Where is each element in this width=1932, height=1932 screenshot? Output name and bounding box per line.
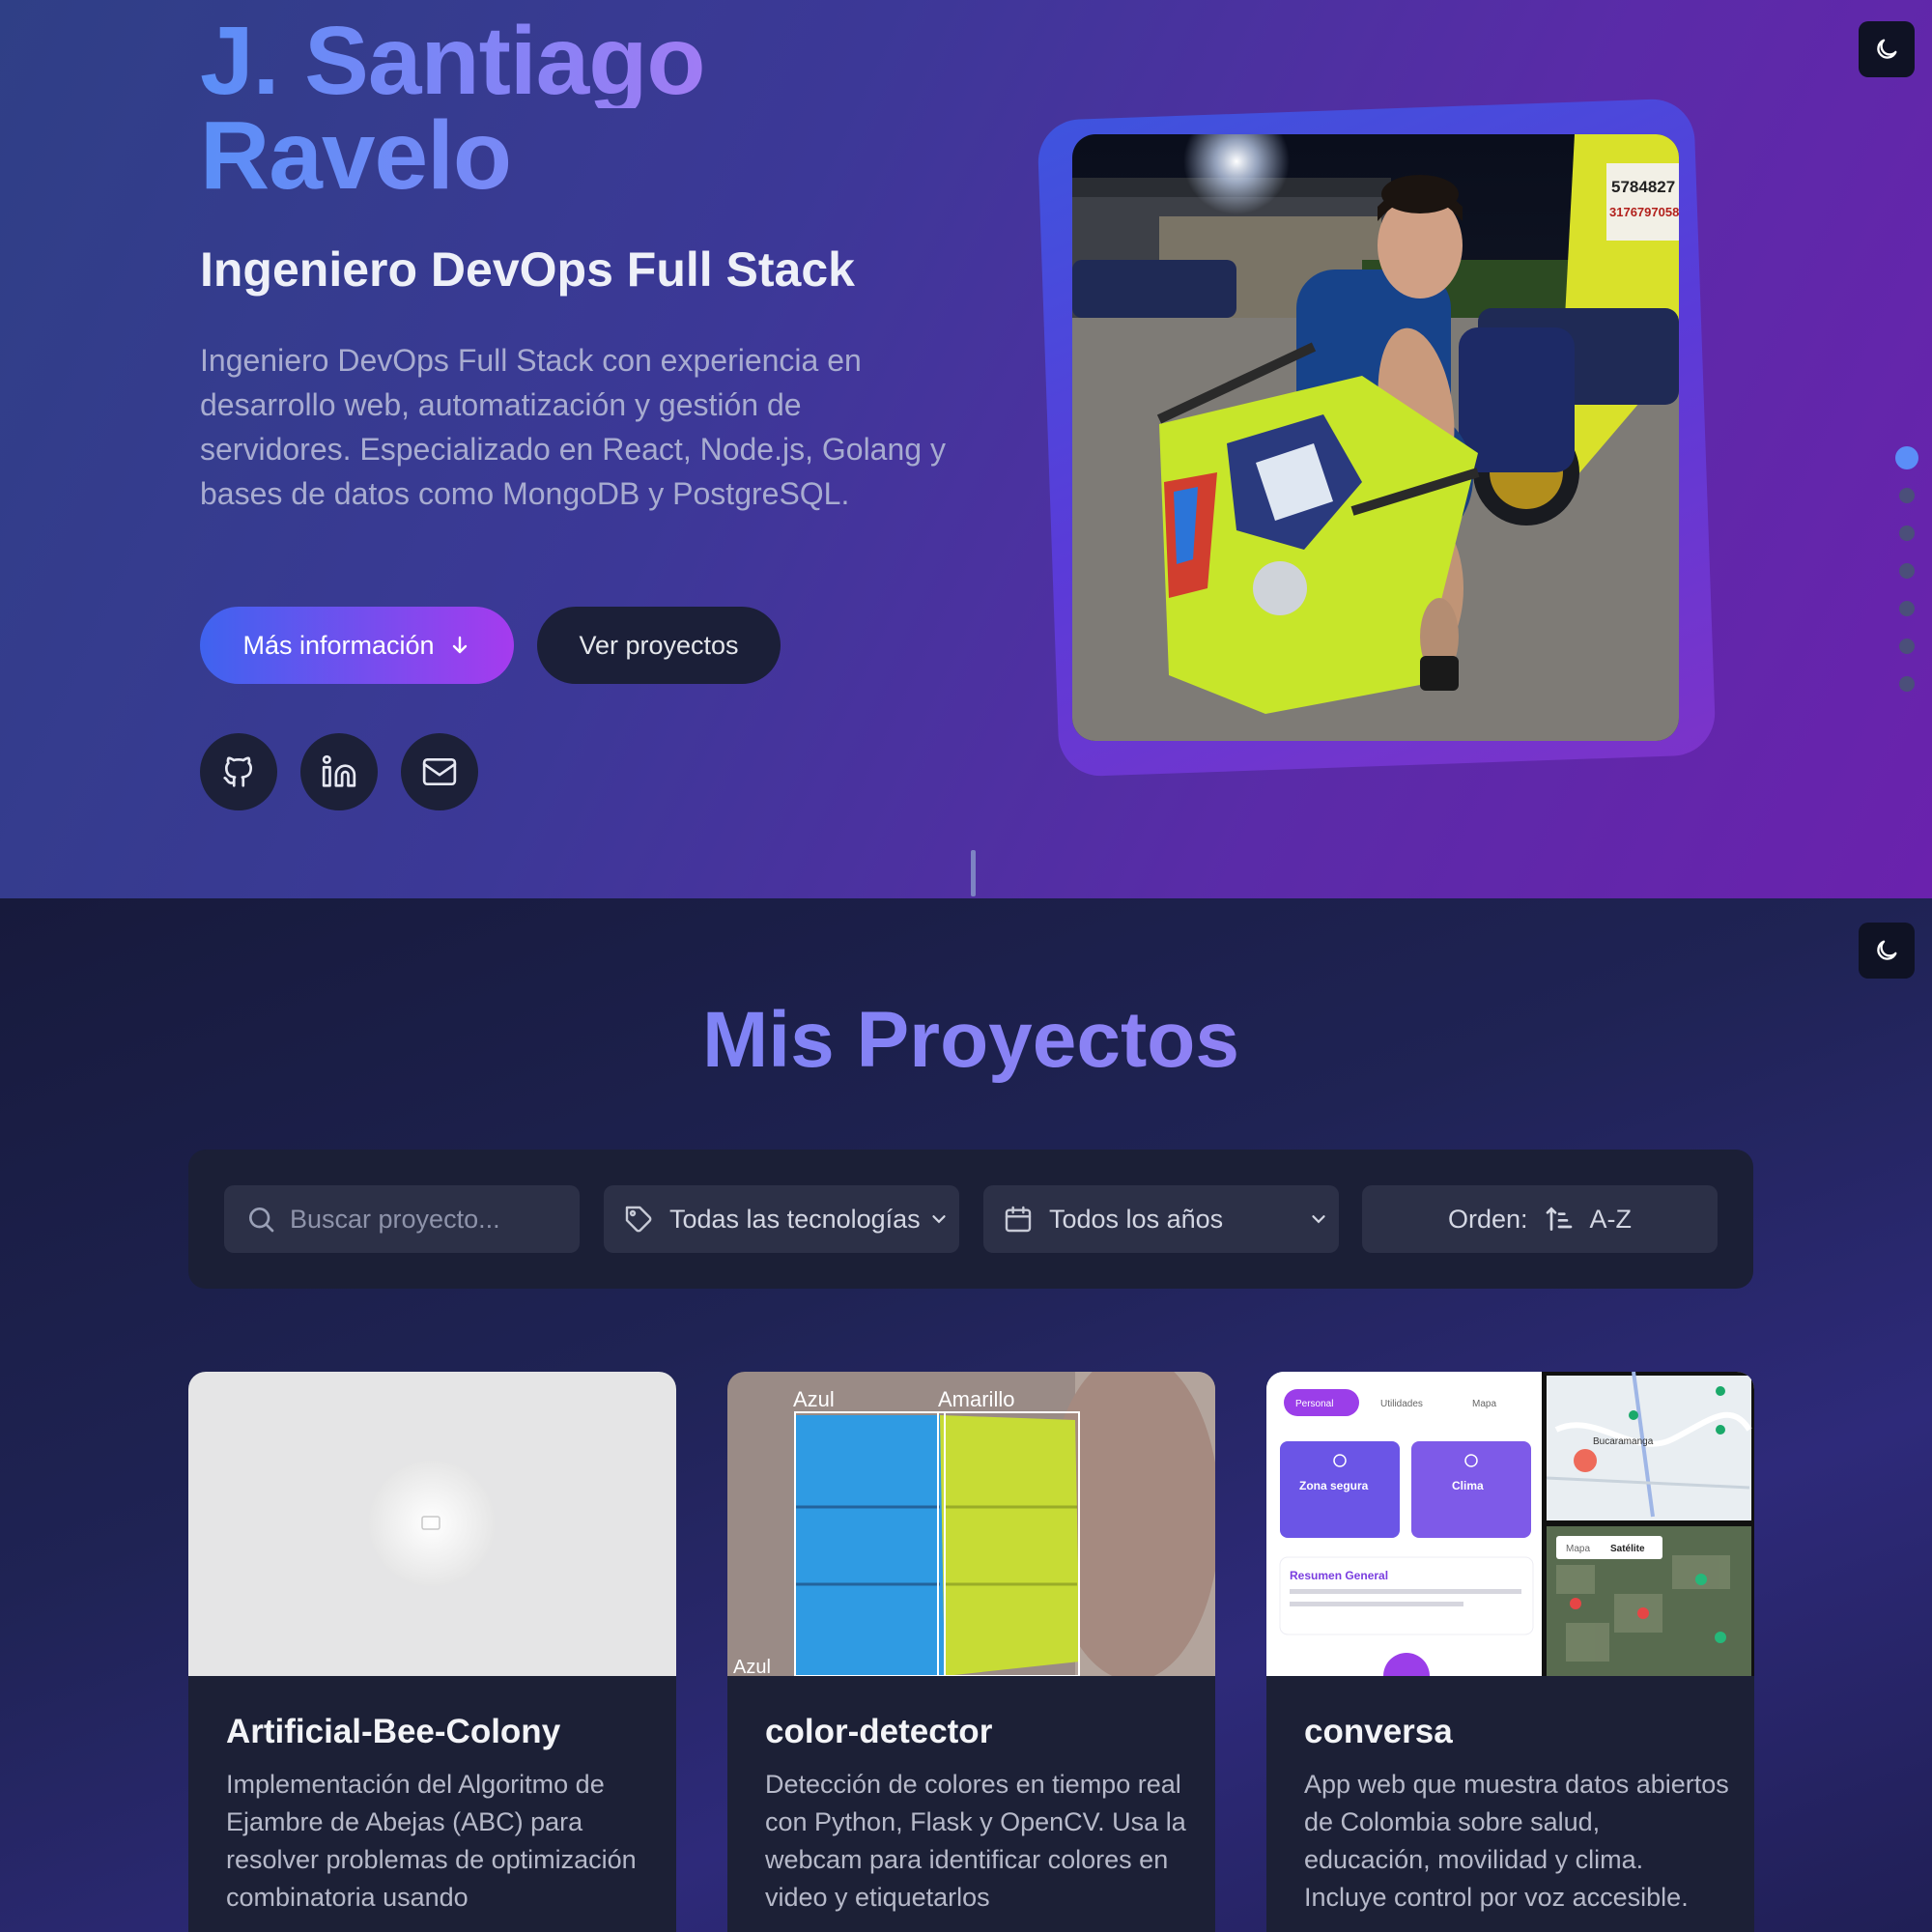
sign-number-1: 5784827 — [1611, 178, 1675, 196]
more-info-label: Más información — [242, 630, 435, 660]
order-value: A-Z — [1589, 1204, 1633, 1234]
tab-label: Mapa — [1472, 1399, 1496, 1409]
arrow-down-icon — [452, 636, 467, 654]
section-dot[interactable] — [1899, 563, 1915, 579]
moon-icon — [1877, 39, 1897, 59]
year-select[interactable]: Todos los años — [983, 1185, 1339, 1253]
github-icon — [223, 756, 253, 787]
github-link[interactable] — [200, 733, 277, 810]
chevron-down-icon — [932, 1215, 946, 1224]
hero-section: J. Santiago Ravelo Ingeniero DevOps Full… — [0, 0, 1932, 898]
year-select-value: Todos los años — [1049, 1204, 1224, 1234]
mail-icon — [422, 757, 457, 786]
linkedin-icon — [322, 754, 356, 787]
conversa-screenshot: Personal Utilidades Mapa Zona segura Cli… — [1266, 1372, 1754, 1676]
calendar-icon — [1005, 1206, 1032, 1233]
map-toggle-label: Mapa — [1566, 1544, 1590, 1554]
map-city-label: Bucaramanga — [1593, 1436, 1654, 1447]
color-detector-screenshot: Azul Amarillo Azul — [727, 1372, 1215, 1676]
search-placeholder: Buscar proyecto... — [290, 1204, 500, 1234]
projects-title: Mis Proyectos — [0, 995, 1932, 1086]
detection-label: Amarillo — [938, 1387, 1014, 1411]
theme-toggle-button[interactable] — [1859, 21, 1915, 77]
placeholder-image — [188, 1372, 676, 1676]
scroll-indicator — [971, 850, 976, 896]
section-dot[interactable] — [1895, 446, 1918, 469]
sign-number-2: 3176797058 — [1609, 205, 1679, 219]
detection-label: Azul — [733, 1657, 771, 1676]
technology-select[interactable]: Todas las tecnologías — [604, 1185, 959, 1253]
project-title: conversa — [1304, 1713, 1453, 1750]
profile-photo-image: 5784827 3176797058 — [1072, 134, 1679, 741]
map-toggle-label: Satélite — [1610, 1544, 1645, 1554]
order-toggle-button[interactable]: Orden: A-Z — [1362, 1185, 1718, 1253]
project-thumbnail — [188, 1372, 676, 1676]
project-card[interactable]: Azul Amarillo Azul color-detector Detecc… — [727, 1372, 1215, 1932]
tab-label: Utilidades — [1380, 1399, 1423, 1409]
search-input[interactable]: Buscar proyecto... — [224, 1185, 580, 1253]
project-description: App web que muestra datos abiertos de Co… — [1304, 1770, 1729, 1912]
hero-name-last: Ravelo — [200, 107, 704, 204]
order-label: Orden: — [1447, 1204, 1528, 1234]
project-title: color-detector — [765, 1713, 993, 1750]
hero-name: J. Santiago Ravelo — [200, 7, 705, 204]
linkedin-link[interactable] — [300, 733, 378, 810]
summary-label: Resumen General — [1290, 1569, 1388, 1582]
section-dot[interactable] — [1899, 601, 1915, 616]
more-info-button[interactable]: Más información — [200, 607, 514, 684]
section-dot[interactable] — [1899, 488, 1915, 503]
tab-label: Personal — [1295, 1399, 1333, 1409]
search-icon — [249, 1208, 274, 1233]
email-link[interactable] — [401, 733, 478, 810]
hero-name-first: J. Santiago — [200, 7, 705, 115]
project-description: Implementación del Algoritmo de Ejambre … — [226, 1770, 637, 1912]
sort-ascending-icon — [1546, 1207, 1572, 1231]
section-dot[interactable] — [1899, 676, 1915, 692]
theme-toggle-button[interactable] — [1859, 923, 1915, 979]
project-thumbnail: Personal Utilidades Mapa Zona segura Cli… — [1266, 1372, 1754, 1676]
section-dots — [1895, 446, 1918, 714]
project-card[interactable]: Artificial-Bee-Colony Implementación del… — [188, 1372, 676, 1932]
detection-label: Azul — [793, 1387, 835, 1411]
profile-photo: 5784827 3176797058 — [1072, 134, 1679, 741]
hero-description: Ingeniero DevOps Full Stack con experien… — [200, 343, 946, 511]
projects-section: Mis Proyectos Buscar proyecto... Todas l… — [0, 898, 1932, 1932]
chevron-down-icon — [1312, 1215, 1325, 1224]
view-projects-button[interactable]: Ver proyectos — [537, 607, 781, 684]
section-dot[interactable] — [1899, 639, 1915, 654]
tag-icon — [625, 1206, 652, 1233]
project-thumbnail: Azul Amarillo Azul — [727, 1372, 1215, 1676]
project-title: Artificial-Bee-Colony — [226, 1713, 561, 1750]
technology-select-value: Todas las tecnologías — [669, 1204, 921, 1234]
section-dot[interactable] — [1899, 526, 1915, 541]
tile-label: Clima — [1452, 1479, 1484, 1492]
tile-label: Zona segura — [1299, 1479, 1369, 1492]
project-card[interactable]: Personal Utilidades Mapa Zona segura Cli… — [1266, 1372, 1754, 1932]
moon-icon — [1877, 940, 1897, 960]
filter-bar: Buscar proyecto... Todas las tecnologías… — [188, 1150, 1753, 1289]
project-description: Detección de colores en tiempo real con … — [765, 1770, 1186, 1912]
hero-role: Ingeniero DevOps Full Stack — [200, 242, 855, 297]
